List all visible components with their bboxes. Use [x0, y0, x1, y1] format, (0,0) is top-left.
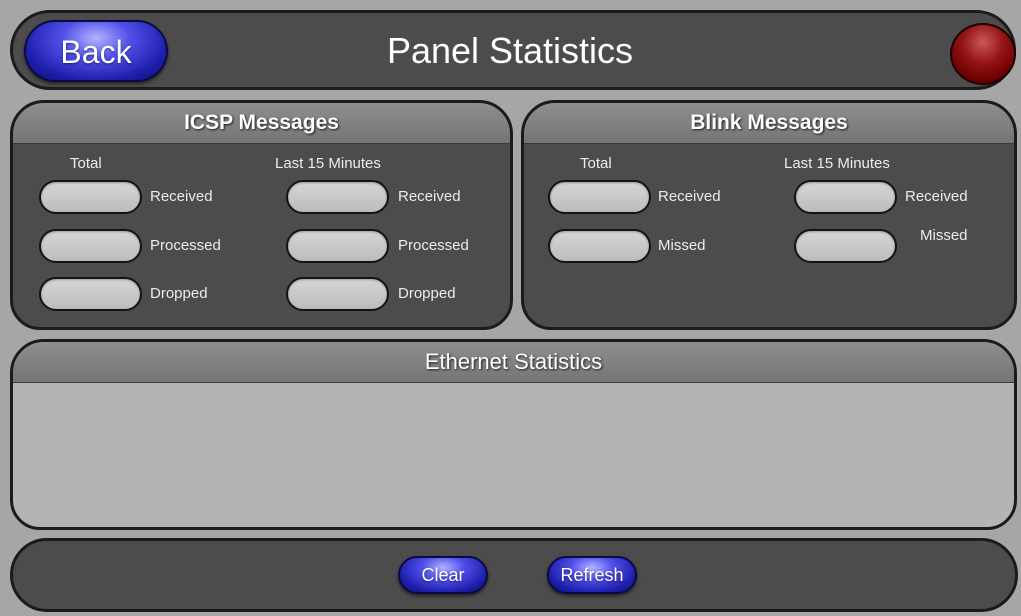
ethernet-statistics-panel: Ethernet Statistics [10, 339, 1017, 530]
back-button[interactable]: Back [24, 20, 168, 82]
icsp-last15-received-field [286, 180, 389, 214]
icsp-total-dropped-label: Dropped [150, 285, 208, 302]
icsp-total-received-field [39, 180, 142, 214]
blink-last15-received-field [794, 180, 897, 214]
icsp-total-received-label: Received [150, 188, 213, 205]
blink-total-header: Total [580, 155, 612, 172]
refresh-button[interactable]: Refresh [547, 556, 637, 594]
clear-button[interactable]: Clear [398, 556, 488, 594]
blink-last15-received-label: Received [905, 188, 968, 205]
icsp-last15-processed-label: Processed [398, 237, 469, 254]
icsp-messages-title: ICSP Messages [13, 103, 510, 144]
icsp-last15-dropped-label: Dropped [398, 285, 456, 302]
icsp-last15-received-label: Received [398, 188, 461, 205]
blink-last15-missed-field [794, 229, 897, 263]
icsp-total-processed-field [39, 229, 142, 263]
page-title: Panel Statistics [386, 30, 634, 71]
icsp-messages-panel: ICSP Messages Total Last 15 Minutes Rece… [10, 100, 513, 330]
ethernet-statistics-content [25, 394, 1002, 515]
blink-messages-title: Blink Messages [524, 103, 1014, 144]
blink-total-received-field [548, 180, 651, 214]
blink-total-received-label: Received [658, 188, 721, 205]
icsp-total-dropped-field [39, 277, 142, 311]
ethernet-statistics-title: Ethernet Statistics [13, 342, 1014, 383]
blink-last15-missed-label: Missed [920, 227, 968, 244]
icsp-total-header: Total [70, 155, 102, 172]
blink-messages-panel: Blink Messages Total Last 15 Minutes Rec… [521, 100, 1017, 330]
blink-total-missed-field [548, 229, 651, 263]
footer-bar [10, 538, 1018, 612]
blink-total-missed-label: Missed [658, 237, 706, 254]
icsp-last15-header: Last 15 Minutes [275, 155, 381, 172]
icsp-last15-processed-field [286, 229, 389, 263]
icsp-last15-dropped-field [286, 277, 389, 311]
blink-last15-header: Last 15 Minutes [784, 155, 890, 172]
icsp-total-processed-label: Processed [150, 237, 221, 254]
status-indicator-light [950, 23, 1016, 85]
